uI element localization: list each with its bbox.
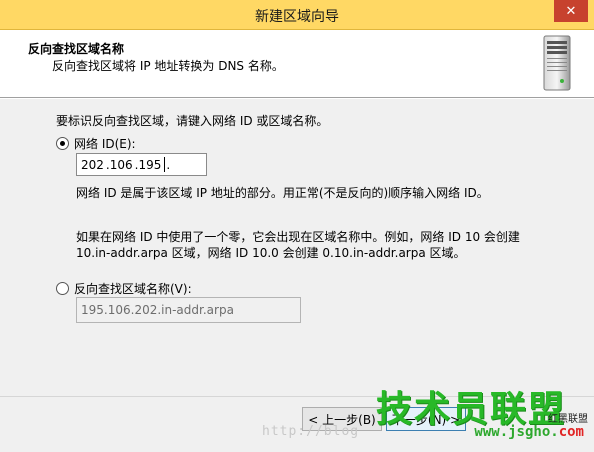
ip-octet-2[interactable]: .106 (106, 158, 133, 172)
watermark-side: 红黑联盟 (548, 414, 588, 425)
zero-note-line-2: 10.in-addr.arpa 区域，网络 ID 10.0 会创建 0.10.i… (76, 246, 466, 260)
zone-name-input[interactable]: 195.106.202.in-addr.arpa (76, 297, 301, 323)
zone-name-label: 反向查找区域名称(V): (74, 282, 192, 296)
zero-note-line-1: 如果在网络 ID 中使用了一个零，它会出现在区域名称中。例如，网络 ID 10 … (76, 230, 520, 244)
zero-note: 如果在网络 ID 中使用了一个零，它会出现在区域名称中。例如，网络 ID 10 … (76, 229, 546, 261)
network-id-label: 网络 ID(E): (74, 137, 136, 151)
page-subtitle: 反向查找区域将 IP 地址转换为 DNS 名称。 (52, 59, 284, 73)
network-id-input[interactable]: 202 .106 .195 . (76, 153, 207, 176)
network-id-radio[interactable] (56, 137, 69, 150)
watermark-url: www.jsgho.com (474, 424, 584, 440)
blog-watermark: http://blog (262, 424, 360, 439)
watermark-url-tld: com (558, 424, 584, 440)
ip-octet-1[interactable]: 202 (81, 158, 104, 172)
network-id-description: 网络 ID 是属于该区域 IP 地址的部分。用正常(不是反向的)顺序输入网络 I… (76, 186, 489, 200)
close-icon: ✕ (565, 3, 577, 19)
zone-name-option[interactable]: 反向查找区域名称(V): (56, 280, 192, 297)
close-button[interactable]: ✕ (554, 0, 588, 22)
site-watermark: 技术员联盟 红黑联盟 www.jsgho.com (356, 380, 588, 446)
instruction-text: 要标识反向查找区域，请键入网络 ID 或区域名称。 (56, 114, 329, 128)
text-cursor (164, 157, 166, 172)
title-bar: 新建区域向导 ✕ (0, 0, 594, 30)
watermark-url-main: www.jsgho. (474, 424, 559, 440)
network-id-option[interactable]: 网络 ID(E): (56, 135, 136, 152)
page-title: 反向查找区域名称 (28, 42, 125, 56)
server-icon (543, 35, 571, 91)
ip-octet-4[interactable]: . (166, 158, 170, 172)
window-title: 新建区域向导 (255, 9, 339, 25)
ip-octet-3[interactable]: .195 (135, 158, 162, 172)
zone-name-radio[interactable] (56, 282, 69, 295)
wizard-header: 反向查找区域名称 反向查找区域将 IP 地址转换为 DNS 名称。 (0, 30, 594, 98)
